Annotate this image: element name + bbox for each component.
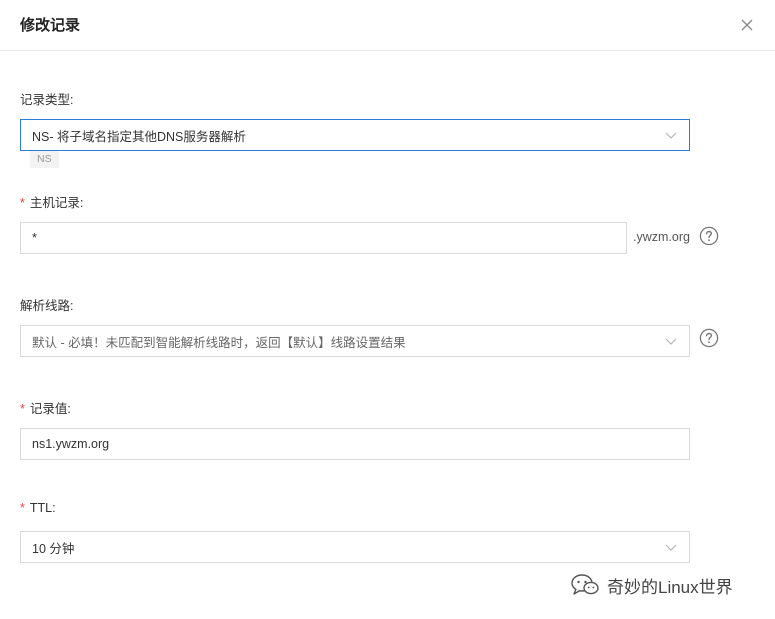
- line-select[interactable]: 默认 - 必填！未匹配到智能解析线路时，返回【默认】线路设置结果: [20, 325, 690, 357]
- wechat-icon: [571, 574, 599, 595]
- line-label: 解析线路:: [20, 299, 74, 313]
- record-type-value: NS- 将子域名指定其他DNS服务器解析: [32, 129, 246, 144]
- host-input[interactable]: [20, 222, 627, 254]
- watermark: 奇妙的Linux世界: [570, 572, 733, 598]
- dialog-title: 修改记录: [20, 17, 81, 34]
- line-value: 默认 - 必填！未匹配到智能解析线路时，返回【默认】线路设置结果: [32, 335, 406, 350]
- chevron-down-icon: [664, 540, 678, 554]
- record-type-tag: NS: [30, 151, 59, 168]
- dialog-header: 修改记录: [0, 0, 775, 51]
- record-type-select[interactable]: NS- 将子域名指定其他DNS服务器解析: [20, 119, 690, 151]
- close-icon: [741, 19, 753, 31]
- ttl-select[interactable]: 10 分钟: [20, 531, 690, 563]
- chevron-down-icon: [664, 128, 678, 142]
- required-mark: *: [20, 196, 25, 210]
- close-button[interactable]: [736, 14, 758, 36]
- record-type-label: 记录类型:: [20, 93, 74, 107]
- question-circle-icon: [699, 328, 719, 348]
- ttl-label: * TTL:: [20, 501, 56, 515]
- record-value-input[interactable]: [20, 428, 690, 460]
- line-help-button[interactable]: [699, 328, 719, 348]
- record-value-label: * 记录值:: [20, 402, 71, 416]
- required-mark: *: [20, 402, 25, 416]
- question-circle-icon: [699, 226, 719, 246]
- ttl-value: 10 分钟: [32, 541, 75, 556]
- host-help-button[interactable]: [699, 226, 719, 246]
- domain-suffix: .ywzm.org: [633, 230, 690, 244]
- watermark-text: 奇妙的Linux世界: [607, 577, 733, 597]
- chevron-down-icon: [664, 334, 678, 348]
- required-mark: *: [20, 501, 25, 515]
- host-label: * 主机记录:: [20, 196, 84, 210]
